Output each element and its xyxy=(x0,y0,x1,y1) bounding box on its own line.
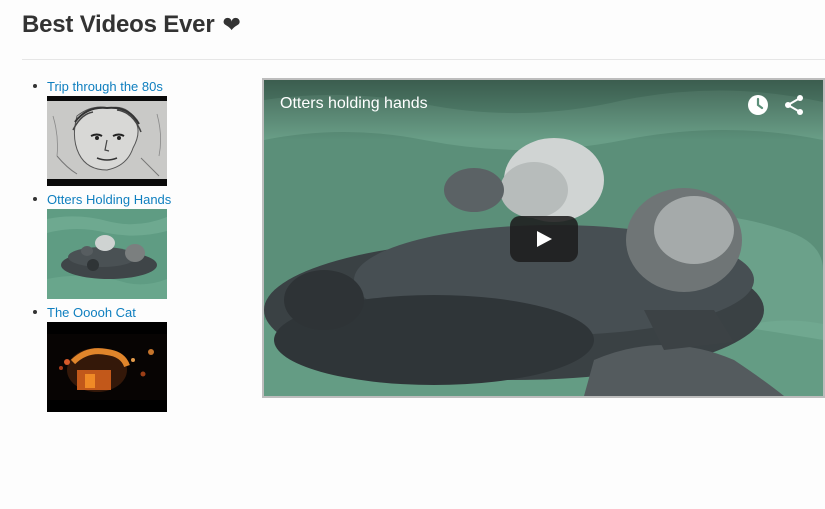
play-icon xyxy=(537,231,552,247)
thumbnail-ooooh-cat[interactable] xyxy=(47,322,167,412)
video-list: Trip through the 80s Otters Holding Hand… xyxy=(33,78,171,417)
thumbnail-trip-80s[interactable] xyxy=(47,96,167,186)
dark-cat-thumbnail xyxy=(47,322,167,412)
video-link-trip-80s[interactable]: Trip through the 80s xyxy=(47,78,171,95)
list-item: Otters Holding Hands xyxy=(33,191,171,304)
video-player[interactable]: Otters holding hands xyxy=(262,78,825,398)
player-video-title[interactable]: Otters holding hands xyxy=(280,94,428,114)
bullet xyxy=(33,84,37,88)
divider xyxy=(22,59,825,60)
list-item: The Ooooh Cat xyxy=(33,304,171,417)
share-icon[interactable] xyxy=(783,94,805,116)
page-title: Best Videos Ever ❤ xyxy=(22,8,241,42)
play-button[interactable] xyxy=(510,216,578,262)
video-link-otters[interactable]: Otters Holding Hands xyxy=(47,191,171,208)
sketch-boy-thumbnail xyxy=(47,96,167,186)
page-title-text: Best Videos Ever xyxy=(22,11,215,38)
thumbnail-otters[interactable] xyxy=(47,209,167,299)
page: Best Videos Ever ❤ Trip through the 80s xyxy=(0,0,825,509)
video-link-ooooh-cat[interactable]: The Ooooh Cat xyxy=(47,304,171,321)
heart-icon: ❤ xyxy=(222,12,241,37)
list-item: Trip through the 80s xyxy=(33,78,171,191)
clock-icon[interactable] xyxy=(747,94,769,116)
bullet xyxy=(33,197,37,201)
bullet xyxy=(33,310,37,314)
otters-thumbnail xyxy=(47,209,167,299)
